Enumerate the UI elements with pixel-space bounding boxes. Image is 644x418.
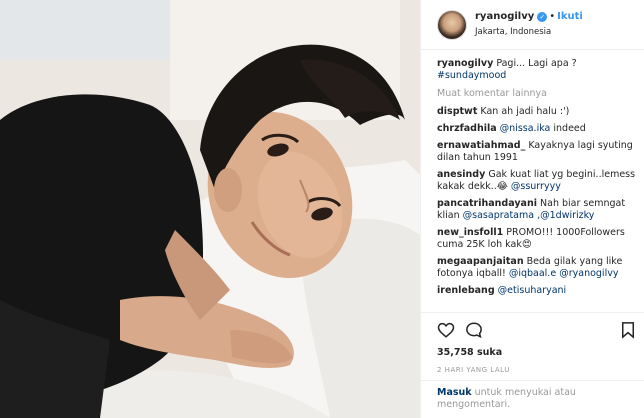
comment-text: Kan ah jadi halu :') (480, 106, 570, 117)
location-link[interactable]: Jakarta, Indonesia (475, 27, 551, 37)
portrait-illustration (0, 0, 420, 418)
comment-bubble-icon[interactable] (465, 321, 483, 339)
username-link[interactable]: ryanogilvy (475, 11, 534, 22)
heart-icon[interactable] (437, 321, 455, 339)
comment-item: anesindy Gak kuat liat yg begini..lemess… (437, 169, 637, 193)
header-line: ryanogilvy ✓ • Ikuti (475, 11, 583, 22)
comment-mention[interactable]: @ssurryyy (511, 181, 561, 192)
login-prompt: Masuk untuk menyukai atau mengomentari. (421, 380, 644, 418)
comment-list: ryanogilvy Pagi... Lagi apa ? #sundaymoo… (437, 58, 637, 302)
comment-username[interactable]: anesindy (437, 169, 485, 180)
comment-mention[interactable]: @iqbaal.e (509, 268, 556, 279)
comment-mention[interactable]: @sasapratama (463, 210, 534, 221)
comment-mention-extra[interactable]: ,@1dwirizky (534, 210, 594, 221)
comment-item: irenlebang @etisuharyani (437, 285, 637, 297)
comment-item: chrzfadhila @nissa.ika indeed (437, 123, 637, 135)
avatar[interactable] (437, 10, 467, 40)
verified-badge-icon: ✓ (537, 12, 548, 22)
hashtag-link[interactable]: #sundaymood (437, 70, 506, 81)
comment-username[interactable]: megaapanjaitan (437, 256, 524, 267)
comment-username[interactable]: new_insfoll1 (437, 227, 503, 238)
follow-button[interactable]: Ikuti (557, 11, 583, 22)
comment-mention-extra[interactable]: @ryanogilvy (559, 268, 618, 279)
comment-item: pancatrihandayani Nah biar semngat klian… (437, 198, 637, 222)
comment-mention[interactable]: @etisuharyani (498, 285, 567, 296)
comment-username[interactable]: chrzfadhila (437, 123, 497, 134)
like-count[interactable]: 35,758 suka (437, 347, 502, 358)
comment-username[interactable]: disptwt (437, 106, 477, 117)
bookmark-icon[interactable] (619, 321, 637, 339)
timestamp[interactable]: 2 HARI YANG LALU (437, 366, 510, 374)
comment-username[interactable]: irenlebang (437, 285, 495, 296)
caption-username[interactable]: ryanogilvy (437, 58, 493, 69)
caption: ryanogilvy Pagi... Lagi apa ? #sundaymoo… (437, 58, 637, 82)
load-more-comments-button[interactable]: Muat komentar lainnya (437, 88, 637, 100)
login-link[interactable]: Masuk (437, 387, 472, 398)
post-header: ryanogilvy ✓ • Ikuti Jakarta, Indonesia (421, 0, 644, 50)
comment-item: megaapanjaitan Beda gilak yang like foto… (437, 256, 637, 280)
action-bar (421, 312, 644, 346)
comment-item: ernawatiahmad_ Kayaknya lagi syuting dil… (437, 140, 637, 164)
comment-item: new_insfoll1 PROMO!!! 1000Followers cuma… (437, 227, 637, 251)
caption-text: Pagi... Lagi apa ? (496, 58, 577, 69)
comment-mention[interactable]: @nissa.ika (500, 123, 551, 134)
post-photo[interactable] (0, 0, 420, 418)
comment-username[interactable]: ernawatiahmad_ (437, 140, 525, 151)
comment-item: disptwt Kan ah jadi halu :') (437, 106, 637, 118)
instagram-post: ryanogilvy ✓ • Ikuti Jakarta, Indonesia rya… (0, 0, 644, 418)
comment-text: indeed (550, 123, 586, 134)
separator-dot: • (549, 11, 556, 22)
comment-username[interactable]: pancatrihandayani (437, 198, 537, 209)
post-sidebar: ryanogilvy ✓ • Ikuti Jakarta, Indonesia rya… (420, 0, 644, 418)
